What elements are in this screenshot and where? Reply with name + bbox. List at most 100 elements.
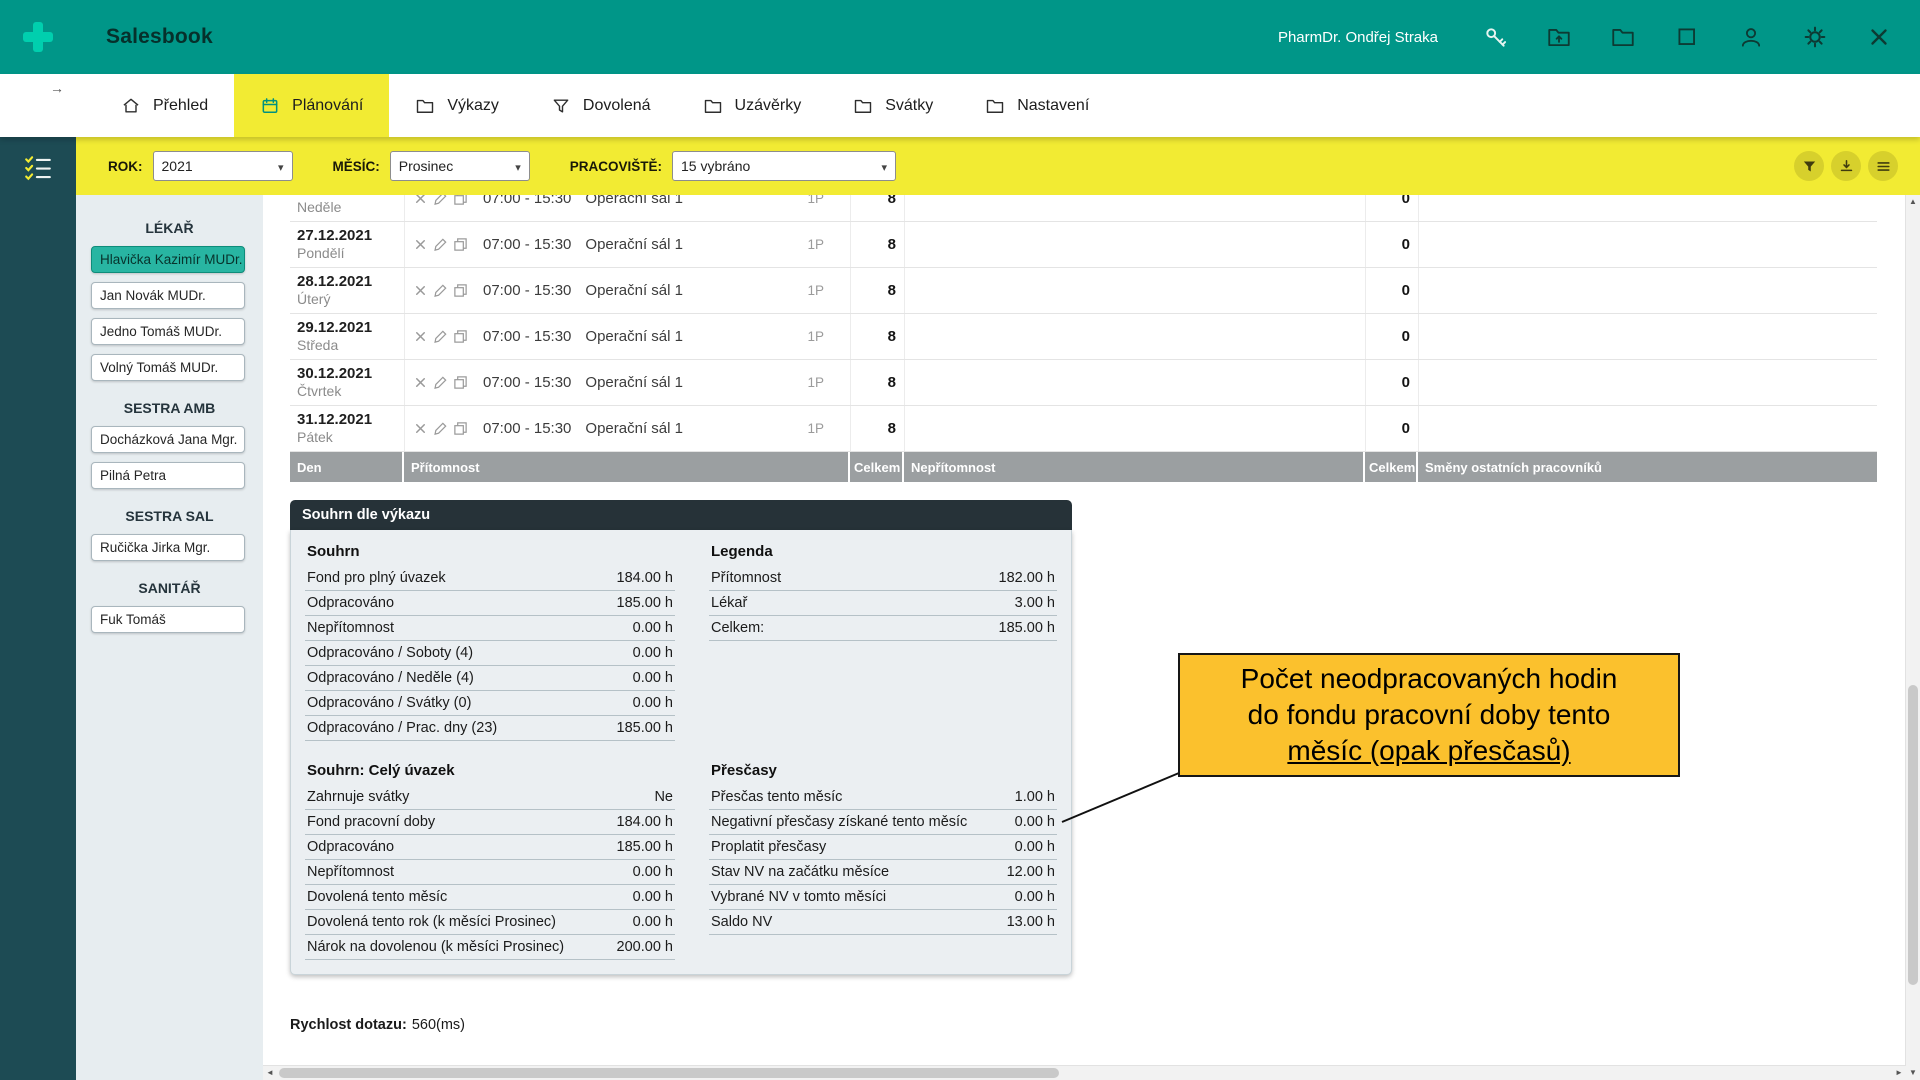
scroll-up-arrow[interactable] xyxy=(1906,195,1920,209)
absent-total: 0 xyxy=(1365,222,1418,267)
summary-row: Proplatit přesčasy0.00 h xyxy=(709,835,1057,860)
tab-planovani[interactable]: Plánování xyxy=(234,74,389,137)
summary-row: Lékař3.00 h xyxy=(709,591,1057,616)
shift-tag: 1P xyxy=(807,237,824,252)
edit-shift-icon[interactable] xyxy=(433,421,449,437)
app-title: Salesbook xyxy=(106,25,213,49)
row-day: Úterý xyxy=(297,291,330,308)
shift-tag: 1P xyxy=(807,283,824,298)
tab-nastaveni[interactable]: Nastavení xyxy=(959,74,1115,137)
square-icon[interactable] xyxy=(1674,24,1700,50)
person-item[interactable]: Ručička Jirka Mgr. xyxy=(91,534,245,561)
horizontal-scroll-thumb[interactable] xyxy=(279,1068,1059,1078)
user-icon[interactable] xyxy=(1738,24,1764,50)
absent-total: 0 xyxy=(1365,360,1418,405)
summary-row: Nepřítomnost0.00 h xyxy=(305,860,675,885)
person-item[interactable]: Docházková Jana Mgr. xyxy=(91,426,245,453)
workplace-select[interactable]: 15 vybráno xyxy=(672,151,896,181)
row-day: Pátek xyxy=(297,429,333,446)
delete-shift-icon[interactable] xyxy=(413,283,429,299)
tab-label: Nastavení xyxy=(1017,97,1089,115)
person-item[interactable]: Hlavička Kazimír MUDr. xyxy=(91,246,245,273)
filter-funnel-button[interactable] xyxy=(1794,151,1824,181)
person-item[interactable]: Jan Novák MUDr. xyxy=(91,282,245,309)
person-item[interactable]: Jedno Tomáš MUDr. xyxy=(91,318,245,345)
column-header: Celkem xyxy=(850,452,904,482)
copy-shift-icon[interactable] xyxy=(453,283,469,299)
others-shifts-cell xyxy=(1418,314,1877,359)
person-item[interactable]: Fuk Tomáš xyxy=(91,606,245,633)
row-date: 29.12.2021 xyxy=(297,319,372,337)
person-item[interactable]: Pilná Petra xyxy=(91,462,245,489)
summary-row: Celkem:185.00 h xyxy=(709,616,1057,641)
absence-cell xyxy=(904,360,1365,405)
copy-shift-icon[interactable] xyxy=(453,375,469,391)
group-title-sanitar: SANITÁŘ xyxy=(76,580,263,596)
absence-cell xyxy=(904,222,1365,267)
year-select[interactable]: 2021 xyxy=(153,151,293,181)
tab-vykazy[interactable]: Výkazy xyxy=(389,74,525,137)
table-row-partial: 26.12.2021 Neděle 07:00 - 15:30 Operační… xyxy=(290,195,1877,222)
tab-uzaverky[interactable]: Uzávěrky xyxy=(677,74,828,137)
copy-shift-icon[interactable] xyxy=(453,421,469,437)
summary-row: Dovolená tento rok (k měsíci Prosinec)0.… xyxy=(305,910,675,935)
column-header: Celkem xyxy=(1365,452,1418,482)
scroll-right-arrow[interactable] xyxy=(1892,1066,1906,1080)
download-icon xyxy=(1838,158,1855,175)
tab-svatky[interactable]: Svátky xyxy=(827,74,959,137)
copy-shift-icon[interactable] xyxy=(453,195,469,207)
copy-shift-icon[interactable] xyxy=(453,237,469,253)
shift-time: 07:00 - 15:30 xyxy=(483,328,571,345)
horizontal-scrollbar[interactable] xyxy=(263,1065,1906,1080)
summary-row: Přesčas tento měsíc1.00 h xyxy=(709,785,1057,810)
table-row: 28.12.2021 Úterý 07:00 - 15:30 Operační … xyxy=(290,268,1877,314)
folder-export-icon[interactable] xyxy=(1546,24,1572,50)
scroll-down-arrow[interactable] xyxy=(1906,1066,1920,1080)
shift-tag: 1P xyxy=(807,375,824,390)
vertical-scrollbar[interactable] xyxy=(1905,195,1920,1080)
group-title-sestra-amb: SESTRA AMB xyxy=(76,400,263,416)
present-total: 8 xyxy=(850,406,904,451)
checklist-menu-icon[interactable] xyxy=(23,153,53,183)
copy-shift-icon[interactable] xyxy=(453,329,469,345)
forward-arrow-icon[interactable]: → xyxy=(50,80,64,96)
delete-shift-icon[interactable] xyxy=(413,329,429,345)
person-item[interactable]: Volný Tomáš MUDr. xyxy=(91,354,245,381)
folder-icon xyxy=(985,96,1005,116)
app-logo[interactable] xyxy=(0,0,76,74)
key-icon[interactable] xyxy=(1482,24,1508,50)
others-shifts-cell xyxy=(1418,360,1877,405)
column-header: Směny ostatních pracovníků xyxy=(1418,452,1877,482)
delete-shift-icon[interactable] xyxy=(413,375,429,391)
folder-icon xyxy=(703,96,723,116)
download-button[interactable] xyxy=(1831,151,1861,181)
delete-shift-icon[interactable] xyxy=(413,421,429,437)
row-day: Středa xyxy=(297,337,338,354)
shift-time: 07:00 - 15:30 xyxy=(483,282,571,299)
edit-shift-icon[interactable] xyxy=(433,237,449,253)
summary-row: Odpracováno / Svátky (0)0.00 h xyxy=(305,691,675,716)
summary-row: Odpracováno / Neděle (4)0.00 h xyxy=(305,666,675,691)
edit-shift-icon[interactable] xyxy=(433,195,449,207)
others-shifts-cell xyxy=(1418,195,1877,221)
close-icon[interactable] xyxy=(1866,24,1892,50)
edit-shift-icon[interactable] xyxy=(433,375,449,391)
column-header: Den xyxy=(290,452,404,482)
summary-row: Zahrnuje svátkyNe xyxy=(305,785,675,810)
edit-shift-icon[interactable] xyxy=(433,329,449,345)
delete-shift-icon[interactable] xyxy=(413,195,429,207)
edit-shift-icon[interactable] xyxy=(433,283,449,299)
summary-row: Odpracováno185.00 h xyxy=(305,591,675,616)
folder-icon[interactable] xyxy=(1610,24,1636,50)
month-select[interactable]: Prosinec xyxy=(390,151,530,181)
delete-shift-icon[interactable] xyxy=(413,237,429,253)
menu-button[interactable] xyxy=(1868,151,1898,181)
gear-icon[interactable] xyxy=(1802,24,1828,50)
row-date: 27.12.2021 xyxy=(297,227,372,245)
tab-label: Uzávěrky xyxy=(735,97,802,115)
scroll-left-arrow[interactable] xyxy=(263,1066,277,1080)
tab-prehled[interactable]: Přehled xyxy=(95,74,234,137)
table-row: 27.12.2021 Pondělí 07:00 - 15:30 Operačn… xyxy=(290,222,1877,268)
tab-dovolena[interactable]: Dovolená xyxy=(525,74,677,137)
vertical-scroll-thumb[interactable] xyxy=(1908,685,1918,985)
